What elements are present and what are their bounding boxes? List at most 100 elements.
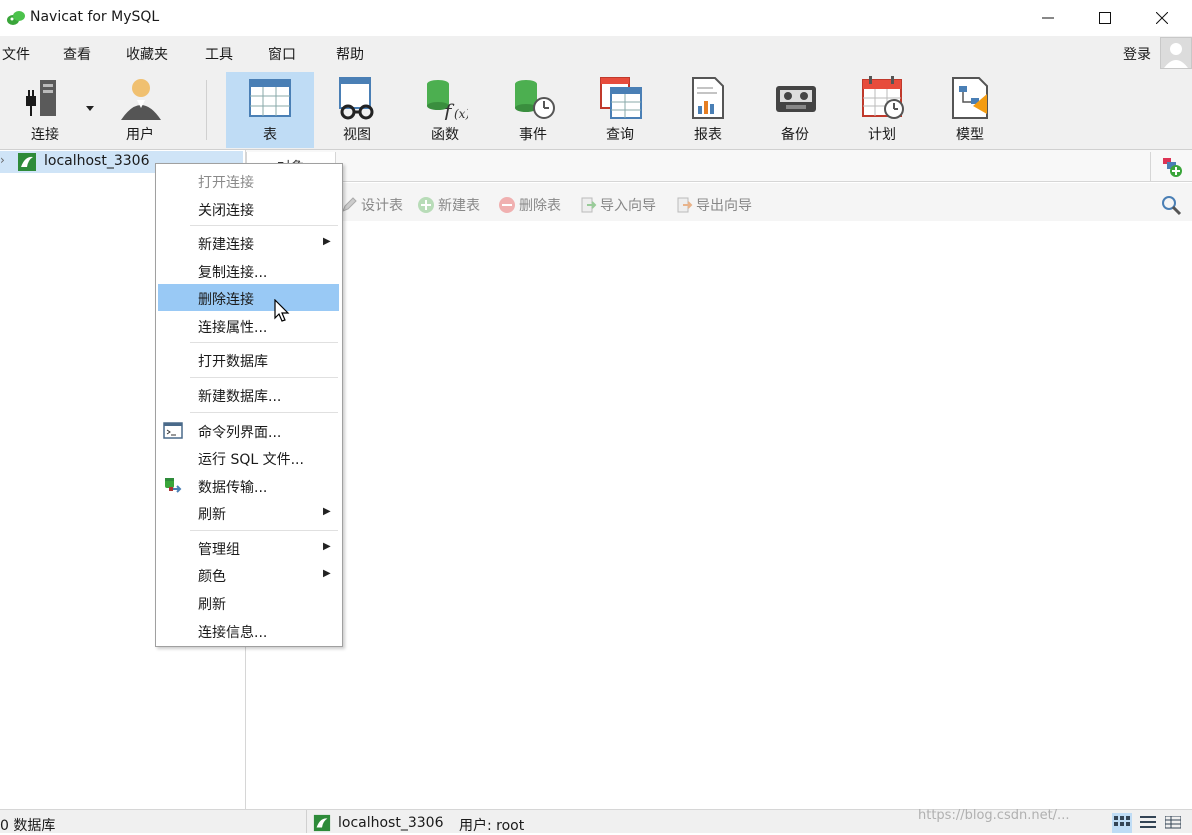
- glasses-icon: [339, 77, 374, 120]
- connect-button[interactable]: 连接: [4, 72, 94, 148]
- menu-tools[interactable]: 工具: [205, 44, 233, 64]
- view-button[interactable]: 视图: [316, 72, 398, 148]
- export-wizard-button[interactable]: 导出向导: [675, 195, 752, 215]
- ctx-connection-info[interactable]: 连接信息...: [198, 622, 267, 642]
- event-icon: [515, 80, 555, 119]
- delete-table-button[interactable]: 删除表: [498, 195, 561, 215]
- submenu-arrow-icon: ▶: [323, 541, 331, 552]
- menu-separator: [190, 412, 338, 413]
- close-button[interactable]: [1139, 0, 1185, 36]
- maximize-icon: [1099, 12, 1111, 24]
- model-icon: [952, 77, 988, 119]
- maximize-button[interactable]: [1082, 0, 1128, 36]
- query-icon: [600, 77, 642, 119]
- submenu-arrow-icon: ▶: [323, 236, 331, 247]
- ctx-close-connection[interactable]: 关闭连接: [198, 200, 254, 220]
- report-button[interactable]: 报表: [667, 72, 749, 148]
- list-view-icon: [1140, 816, 1156, 828]
- report-label: 报表: [694, 127, 722, 143]
- tab-strip: [246, 150, 1192, 182]
- menu-bar: [0, 36, 1192, 70]
- grid-view-button[interactable]: [1112, 813, 1132, 833]
- detail-view-icon: [1165, 816, 1181, 829]
- submenu-arrow-icon: ▶: [323, 568, 331, 579]
- design-table-label: 设计表: [361, 198, 403, 214]
- ctx-refresh[interactable]: 刷新: [198, 594, 226, 614]
- watermark: https://blog.csdn.net/...: [918, 808, 1070, 823]
- expand-arrow-icon[interactable]: ›: [0, 153, 5, 167]
- menu-file[interactable]: 文件: [2, 44, 30, 64]
- plus-icon: [418, 197, 434, 213]
- connect-label: 连接: [31, 127, 59, 143]
- calendar-icon: [862, 76, 904, 119]
- ctx-refresh-submenu[interactable]: 刷新: [198, 504, 226, 524]
- search-button[interactable]: [1160, 194, 1182, 220]
- menu-separator: [190, 377, 338, 378]
- backup-icon: [776, 86, 816, 112]
- query-button[interactable]: 查询: [579, 72, 661, 148]
- backup-label: 备份: [781, 127, 809, 143]
- query-label: 查询: [606, 127, 634, 143]
- title-bar: [0, 0, 1192, 36]
- minus-icon: [499, 197, 515, 213]
- event-label: 事件: [519, 127, 547, 143]
- table-label: 表: [263, 127, 277, 143]
- ctx-run-sql-file[interactable]: 运行 SQL 文件...: [198, 449, 304, 469]
- ctx-command-line[interactable]: 命令列界面...: [198, 422, 281, 442]
- login-link[interactable]: 登录: [1123, 44, 1151, 64]
- model-label: 模型: [956, 127, 984, 143]
- new-table-button[interactable]: 新建表: [417, 195, 480, 215]
- ctx-data-transfer[interactable]: 数据传输...: [198, 477, 267, 497]
- ctx-delete-connection[interactable]: 删除连接: [198, 289, 254, 309]
- menu-separator: [190, 530, 338, 531]
- data-transfer-icon: [165, 478, 182, 493]
- export-icon: [677, 197, 693, 213]
- detail-view-button[interactable]: [1163, 813, 1183, 833]
- submenu-arrow-icon: ▶: [323, 506, 331, 517]
- navicat-logo-icon: [7, 11, 25, 25]
- function-icon: f (x): [427, 80, 468, 120]
- menu-favorites[interactable]: 收藏夹: [126, 44, 168, 64]
- report-icon: [692, 77, 724, 119]
- object-list-area[interactable]: [246, 221, 1192, 809]
- backup-button[interactable]: 备份: [754, 72, 836, 148]
- import-wizard-label: 导入向导: [600, 198, 656, 214]
- user-label: 用户: [126, 127, 154, 143]
- menu-separator: [190, 342, 338, 343]
- event-button[interactable]: 事件: [492, 72, 574, 148]
- new-table-label: 新建表: [438, 198, 480, 214]
- menu-help[interactable]: 帮助: [336, 44, 364, 64]
- ctx-new-database[interactable]: 新建数据库...: [198, 386, 281, 406]
- ctx-color[interactable]: 颜色: [198, 566, 226, 586]
- avatar[interactable]: [1160, 37, 1192, 69]
- user-avatar-icon: [1164, 43, 1188, 68]
- schedule-button[interactable]: 计划: [841, 72, 923, 148]
- close-icon: [1156, 12, 1168, 24]
- function-button[interactable]: f (x) 函数: [404, 72, 486, 148]
- table-button[interactable]: 表: [226, 72, 314, 148]
- ctx-new-connection[interactable]: 新建连接: [198, 234, 254, 254]
- user-button[interactable]: 用户: [99, 72, 181, 148]
- ctx-open-database[interactable]: 打开数据库: [198, 351, 268, 371]
- status-database-count: 0 数据库: [0, 818, 56, 834]
- model-button[interactable]: 模型: [929, 72, 1011, 148]
- grid-view-icon: [1114, 816, 1130, 826]
- chevron-down-icon[interactable]: [86, 106, 94, 112]
- ctx-open-connection[interactable]: 打开连接: [198, 172, 254, 192]
- plug-icon: [26, 80, 56, 116]
- ctx-duplicate-connection[interactable]: 复制连接...: [198, 262, 267, 282]
- list-view-button[interactable]: [1138, 813, 1158, 833]
- mouse-cursor-icon: [274, 299, 290, 322]
- connection-name[interactable]: localhost_3306: [44, 153, 149, 169]
- svg-text:(x): (x): [454, 107, 468, 120]
- new-tab-button[interactable]: [1150, 152, 1192, 182]
- ctx-connection-properties[interactable]: 连接属性...: [198, 317, 267, 337]
- design-table-button[interactable]: 设计表: [340, 195, 403, 215]
- menu-view[interactable]: 查看: [63, 44, 91, 64]
- import-wizard-button[interactable]: 导入向导: [579, 195, 656, 215]
- menu-window[interactable]: 窗口: [268, 44, 296, 64]
- minimize-button[interactable]: [1025, 0, 1071, 36]
- toolbar-separator: [206, 80, 207, 140]
- ctx-manage-group[interactable]: 管理组: [198, 539, 240, 559]
- menu-separator: [190, 225, 338, 226]
